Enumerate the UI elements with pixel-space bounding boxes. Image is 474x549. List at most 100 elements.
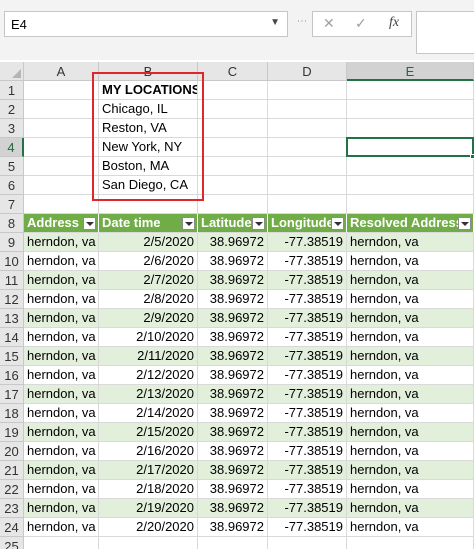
column-header-d[interactable]: D <box>268 62 347 81</box>
table-cell[interactable]: -77.38519 <box>268 499 347 518</box>
table-cell[interactable]: 2/20/2020 <box>99 518 198 537</box>
select-all-corner[interactable] <box>0 62 24 81</box>
cell[interactable] <box>347 100 474 119</box>
table-cell[interactable]: -77.38519 <box>268 328 347 347</box>
cell[interactable] <box>198 537 268 549</box>
table-cell[interactable]: -77.38519 <box>268 404 347 423</box>
column-header-e[interactable]: E <box>347 62 474 81</box>
cell[interactable] <box>24 537 99 549</box>
table-cell[interactable]: 2/7/2020 <box>99 271 198 290</box>
cell[interactable] <box>24 119 99 138</box>
table-cell[interactable]: 2/8/2020 <box>99 290 198 309</box>
table-cell[interactable]: herndon, va <box>347 499 474 518</box>
location-item[interactable]: San Diego, CA <box>99 176 198 195</box>
table-cell[interactable]: herndon, va <box>24 480 99 499</box>
cell[interactable] <box>198 100 268 119</box>
table-cell[interactable]: herndon, va <box>24 328 99 347</box>
table-cell[interactable]: 2/6/2020 <box>99 252 198 271</box>
table-header-cell[interactable]: Address <box>24 214 99 233</box>
table-cell[interactable]: 38.96972 <box>198 366 268 385</box>
row-header[interactable]: 16 <box>0 366 24 385</box>
table-cell[interactable]: herndon, va <box>347 423 474 442</box>
cell[interactable] <box>24 195 99 214</box>
cell[interactable] <box>268 81 347 100</box>
filter-dropdown-icon[interactable] <box>331 217 344 230</box>
table-header-cell[interactable]: Date time <box>99 214 198 233</box>
table-cell[interactable]: 38.96972 <box>198 271 268 290</box>
table-cell[interactable]: herndon, va <box>347 328 474 347</box>
cell[interactable] <box>347 195 474 214</box>
table-cell[interactable]: 38.96972 <box>198 518 268 537</box>
table-cell[interactable]: 38.96972 <box>198 480 268 499</box>
table-cell[interactable]: 2/18/2020 <box>99 480 198 499</box>
table-cell[interactable]: -77.38519 <box>268 385 347 404</box>
cell[interactable] <box>347 537 474 549</box>
cell[interactable] <box>24 81 99 100</box>
table-cell[interactable]: 2/5/2020 <box>99 233 198 252</box>
cell[interactable] <box>347 157 474 176</box>
table-header-cell[interactable]: Latitude <box>198 214 268 233</box>
filter-dropdown-icon[interactable] <box>83 217 96 230</box>
table-cell[interactable]: -77.38519 <box>268 233 347 252</box>
location-item[interactable]: New York, NY <box>99 138 198 157</box>
cell[interactable] <box>268 119 347 138</box>
column-header-a[interactable]: A <box>24 62 99 81</box>
cell[interactable] <box>99 537 198 549</box>
active-cell-selection[interactable] <box>346 137 474 157</box>
table-cell[interactable]: 38.96972 <box>198 328 268 347</box>
cell[interactable] <box>198 81 268 100</box>
table-cell[interactable]: 2/13/2020 <box>99 385 198 404</box>
table-cell[interactable]: -77.38519 <box>268 347 347 366</box>
table-cell[interactable]: herndon, va <box>24 518 99 537</box>
formula-input[interactable] <box>416 11 474 54</box>
table-cell[interactable]: herndon, va <box>24 404 99 423</box>
table-cell[interactable]: herndon, va <box>24 499 99 518</box>
table-cell[interactable]: -77.38519 <box>268 442 347 461</box>
row-header[interactable]: 20 <box>0 442 24 461</box>
table-cell[interactable]: -77.38519 <box>268 252 347 271</box>
table-cell[interactable]: herndon, va <box>24 309 99 328</box>
column-header-b[interactable]: B <box>99 62 198 81</box>
table-cell[interactable]: herndon, va <box>347 347 474 366</box>
cell[interactable] <box>347 119 474 138</box>
table-cell[interactable]: -77.38519 <box>268 423 347 442</box>
filter-dropdown-icon[interactable] <box>252 217 265 230</box>
table-cell[interactable]: 38.96972 <box>198 347 268 366</box>
name-box-dropdown-icon[interactable]: ▼ <box>270 17 280 28</box>
location-item[interactable]: Chicago, IL <box>99 100 198 119</box>
table-cell[interactable]: 38.96972 <box>198 252 268 271</box>
table-cell[interactable]: -77.38519 <box>268 461 347 480</box>
table-cell[interactable]: herndon, va <box>24 347 99 366</box>
cell[interactable] <box>268 176 347 195</box>
cell[interactable] <box>24 100 99 119</box>
table-cell[interactable]: herndon, va <box>24 290 99 309</box>
table-cell[interactable]: 38.96972 <box>198 233 268 252</box>
row-header[interactable]: 13 <box>0 309 24 328</box>
filter-dropdown-icon[interactable] <box>182 217 195 230</box>
row-header[interactable]: 25 <box>0 537 24 549</box>
table-cell[interactable]: 38.96972 <box>198 290 268 309</box>
table-cell[interactable]: herndon, va <box>347 252 474 271</box>
table-cell[interactable]: herndon, va <box>347 290 474 309</box>
cell[interactable] <box>24 157 99 176</box>
cell[interactable] <box>198 138 268 157</box>
table-cell[interactable]: 2/11/2020 <box>99 347 198 366</box>
table-cell[interactable]: herndon, va <box>347 518 474 537</box>
row-header[interactable]: 3 <box>0 119 24 138</box>
table-cell[interactable]: 2/15/2020 <box>99 423 198 442</box>
row-header[interactable]: 19 <box>0 423 24 442</box>
cell[interactable] <box>268 537 347 549</box>
locations-title[interactable]: MY LOCATIONS <box>99 81 198 100</box>
table-cell[interactable]: 2/17/2020 <box>99 461 198 480</box>
cell[interactable] <box>268 195 347 214</box>
row-header[interactable]: 10 <box>0 252 24 271</box>
table-cell[interactable]: -77.38519 <box>268 271 347 290</box>
table-cell[interactable]: -77.38519 <box>268 480 347 499</box>
row-header[interactable]: 5 <box>0 157 24 176</box>
table-cell[interactable]: 38.96972 <box>198 309 268 328</box>
location-item[interactable]: Reston, VA <box>99 119 198 138</box>
cell[interactable] <box>24 176 99 195</box>
table-cell[interactable]: herndon, va <box>24 442 99 461</box>
table-cell[interactable]: herndon, va <box>347 366 474 385</box>
row-header[interactable]: 2 <box>0 100 24 119</box>
